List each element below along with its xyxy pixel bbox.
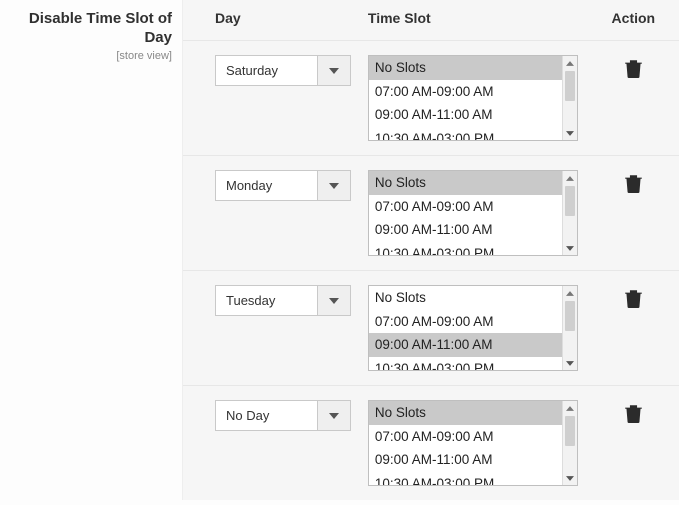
day-select[interactable]: No Day [215, 400, 351, 431]
scrollbar[interactable] [562, 56, 577, 140]
header-timeslot: Time Slot [364, 0, 598, 41]
delete-button[interactable] [625, 404, 642, 426]
delete-button[interactable] [625, 289, 642, 311]
trash-icon [625, 59, 642, 78]
timeslot-option[interactable]: No Slots [369, 56, 562, 80]
timeslot-option[interactable]: 09:00 AM-11:00 AM [369, 103, 562, 127]
timeslot-option[interactable]: 09:00 AM-11:00 AM [369, 218, 562, 242]
scrollbar[interactable] [562, 286, 577, 370]
chevron-down-icon[interactable] [317, 170, 351, 201]
timeslot-option[interactable]: 10:30 AM-03:00 PM [369, 357, 562, 370]
table-row: Monday No Slots07:00 AM-09:00 AM09:00 AM-… [183, 156, 679, 271]
scroll-thumb[interactable] [565, 416, 575, 446]
day-select[interactable]: Monday [215, 170, 351, 201]
timeslot-option[interactable]: 07:00 AM-09:00 AM [369, 80, 562, 104]
timeslot-listbox[interactable]: No Slots07:00 AM-09:00 AM09:00 AM-11:00 … [368, 285, 578, 371]
scroll-down-icon[interactable] [563, 241, 577, 255]
scroll-up-icon[interactable] [563, 286, 577, 300]
timeslot-option[interactable]: No Slots [369, 286, 562, 310]
scroll-down-icon[interactable] [563, 471, 577, 485]
timeslot-listbox[interactable]: No Slots07:00 AM-09:00 AM09:00 AM-11:00 … [368, 55, 578, 141]
timeslot-listbox[interactable]: No Slots07:00 AM-09:00 AM09:00 AM-11:00 … [368, 170, 578, 256]
slots-table: Day Time Slot Action SaturdayNo Slots07:… [183, 0, 679, 500]
chevron-down-icon[interactable] [317, 55, 351, 86]
timeslot-option[interactable]: No Slots [369, 171, 562, 195]
table-row: Saturday No Slots07:00 AM-09:00 AM09:00 A… [183, 41, 679, 156]
day-select[interactable]: Tuesday [215, 285, 351, 316]
chevron-down-icon[interactable] [317, 400, 351, 431]
setting-content: Day Time Slot Action SaturdayNo Slots07:… [182, 0, 679, 500]
timeslot-option[interactable]: 09:00 AM-11:00 AM [369, 333, 562, 357]
table-row: No Day No Slots07:00 AM-09:00 AM09:00 AM-… [183, 386, 679, 501]
timeslot-listbox[interactable]: No Slots07:00 AM-09:00 AM09:00 AM-11:00 … [368, 400, 578, 486]
scrollbar[interactable] [562, 171, 577, 255]
header-day: Day [183, 0, 364, 41]
table-row: Tuesday No Slots07:00 AM-09:00 AM09:00 AM… [183, 271, 679, 386]
timeslot-option[interactable]: 07:00 AM-09:00 AM [369, 425, 562, 449]
trash-icon [625, 404, 642, 423]
scrollbar[interactable] [562, 401, 577, 485]
scroll-thumb[interactable] [565, 301, 575, 331]
timeslot-option[interactable]: 09:00 AM-11:00 AM [369, 448, 562, 472]
setting-label-col: Disable Time Slot of Day [store view] [0, 0, 182, 500]
timeslot-option[interactable]: 07:00 AM-09:00 AM [369, 195, 562, 219]
trash-icon [625, 289, 642, 308]
timeslot-option[interactable]: No Slots [369, 401, 562, 425]
timeslot-option[interactable]: 10:30 AM-03:00 PM [369, 472, 562, 485]
setting-scope: [store view] [6, 50, 172, 62]
timeslot-option[interactable]: 07:00 AM-09:00 AM [369, 310, 562, 334]
timeslot-option[interactable]: 10:30 AM-03:00 PM [369, 127, 562, 140]
scroll-up-icon[interactable] [563, 401, 577, 415]
day-select[interactable]: Saturday [215, 55, 351, 86]
setting-title: Disable Time Slot of Day [6, 10, 172, 48]
day-select-value: No Day [215, 400, 317, 431]
day-select-value: Saturday [215, 55, 317, 86]
header-action: Action [598, 0, 679, 41]
scroll-down-icon[interactable] [563, 126, 577, 140]
chevron-down-icon[interactable] [317, 285, 351, 316]
timeslot-option[interactable]: 10:30 AM-03:00 PM [369, 242, 562, 255]
day-select-value: Monday [215, 170, 317, 201]
delete-button[interactable] [625, 59, 642, 81]
scroll-up-icon[interactable] [563, 171, 577, 185]
delete-button[interactable] [625, 174, 642, 196]
trash-icon [625, 174, 642, 193]
scroll-down-icon[interactable] [563, 356, 577, 370]
scroll-thumb[interactable] [565, 186, 575, 216]
day-select-value: Tuesday [215, 285, 317, 316]
scroll-up-icon[interactable] [563, 56, 577, 70]
scroll-thumb[interactable] [565, 71, 575, 101]
